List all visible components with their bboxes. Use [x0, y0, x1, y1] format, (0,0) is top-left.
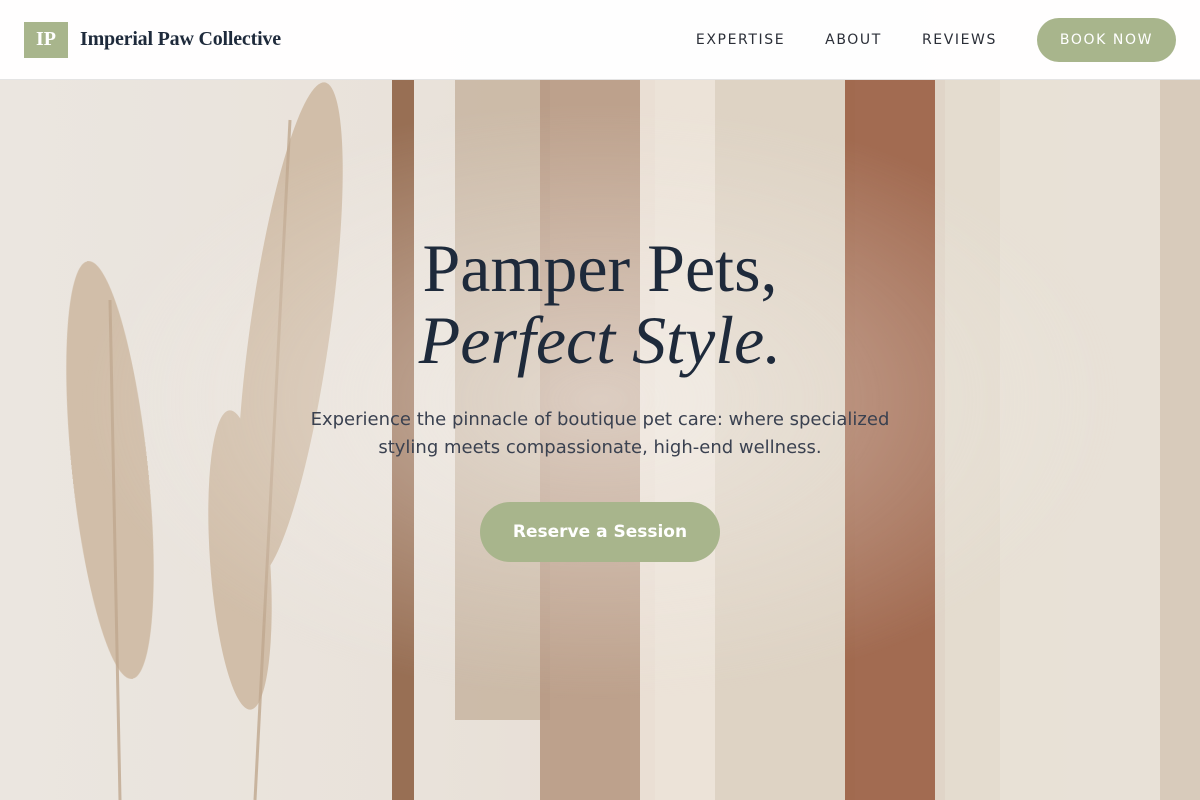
site-header: IP Imperial Paw Collective EXPERTISE ABO…	[0, 0, 1200, 80]
nav-link-about[interactable]: ABOUT	[825, 32, 882, 48]
hero-title: Pamper Pets, Perfect Style.	[0, 232, 1200, 376]
hero-title-line1: Pamper Pets,	[422, 230, 778, 306]
main-nav: EXPERTISE ABOUT REVIEWS BOOK NOW	[696, 17, 1176, 62]
hero-section: Pamper Pets, Perfect Style. Experience t…	[0, 232, 1200, 562]
nav-link-reviews[interactable]: REVIEWS	[922, 32, 997, 48]
hero-subtitle: Experience the pinnacle of boutique pet …	[310, 409, 890, 458]
nav-link-expertise[interactable]: EXPERTISE	[696, 32, 785, 48]
book-now-button[interactable]: BOOK NOW	[1037, 17, 1176, 62]
logo-badge[interactable]: IP	[24, 21, 68, 58]
hero-title-line2: Perfect Style.	[418, 302, 782, 378]
brand-name[interactable]: Imperial Paw Collective	[80, 28, 281, 51]
reserve-session-button[interactable]: Reserve a Session	[480, 502, 720, 562]
